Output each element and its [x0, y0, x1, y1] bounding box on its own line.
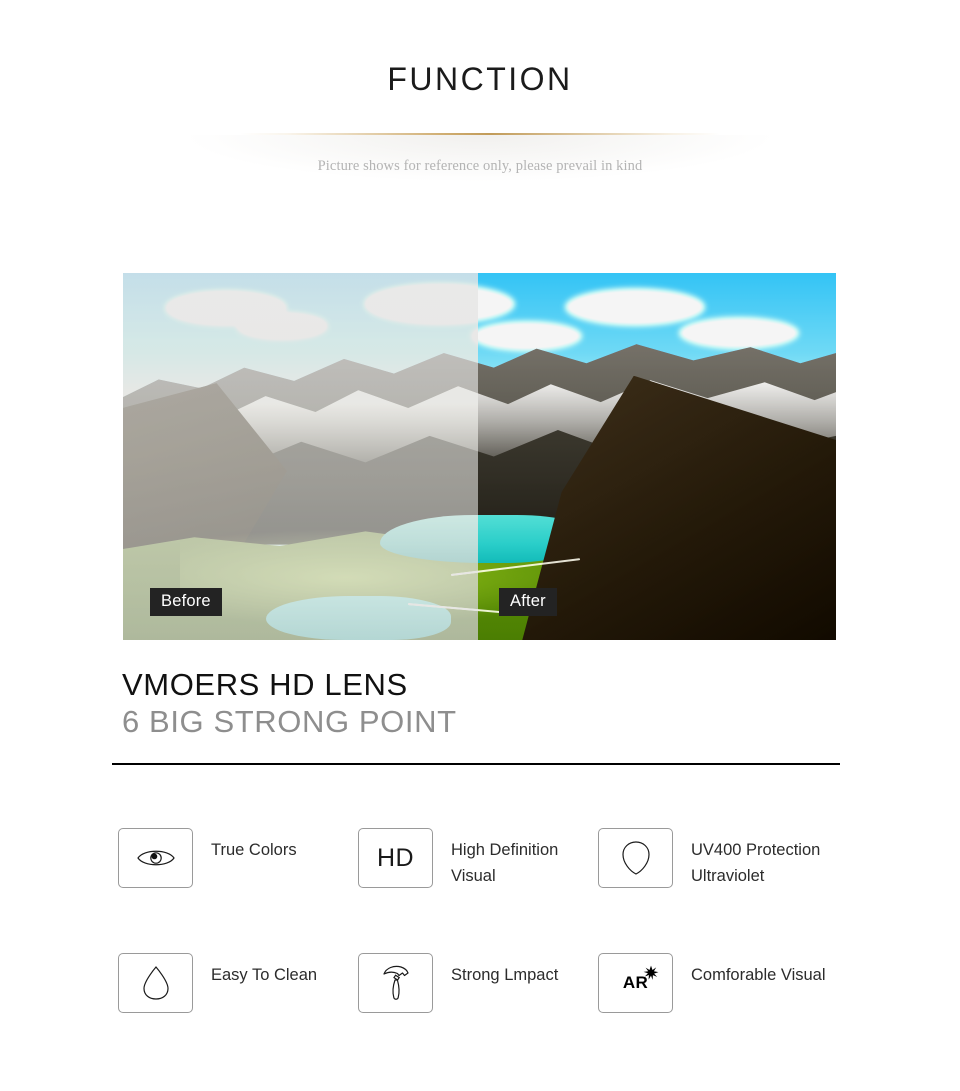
page-title: FUNCTION [387, 61, 573, 97]
after-half: After [478, 273, 836, 640]
feature-item-easy-to-clean: Easy To Clean [118, 951, 358, 1076]
feature-label: UV400 Protection Ultraviolet [691, 841, 821, 885]
landscape-scene-before [123, 273, 478, 640]
icon-box [598, 828, 673, 888]
feature-label: Easy To Clean [211, 966, 318, 984]
hammer-icon [380, 963, 412, 1003]
cloud [565, 287, 706, 326]
feature-label: High Definition Visual [451, 841, 559, 885]
cloud [478, 320, 583, 351]
feature-grid: True Colors HD High Definition Visual UV4… [118, 826, 878, 1076]
feature-label: Strong Lmpact [451, 966, 559, 984]
feature-item-true-colors: True Colors [118, 826, 358, 951]
feature-label: True Colors [211, 841, 297, 859]
shield-icon [621, 840, 651, 876]
droplet-icon [142, 965, 170, 1001]
after-label: After [499, 588, 557, 616]
landscape-scene-after [478, 273, 836, 640]
star-icon [643, 965, 659, 981]
section-rule [112, 763, 840, 765]
feature-item-high-definition: HD High Definition Visual [358, 826, 598, 951]
product-headline: VMOERS HD LENS [122, 667, 408, 702]
icon-box: AR [598, 953, 673, 1013]
eye-icon [136, 846, 176, 870]
feature-item-comfortable-visual: AR Comforable Visual [598, 951, 858, 1076]
ar-star-icon: AR [623, 965, 659, 992]
cloud [679, 317, 800, 350]
feature-item-strong-impact: Strong Lmpact [358, 951, 598, 1076]
product-subheadline: 6 BIG STRONG POINT [122, 704, 457, 739]
icon-box [358, 953, 433, 1013]
lower-lake [265, 595, 451, 640]
function-feature-page: FUNCTION Picture shows for reference onl… [0, 0, 960, 1091]
before-after-image: Before After [123, 273, 836, 640]
icon-box: HD [358, 828, 433, 888]
feature-label: Comforable Visual [691, 966, 826, 984]
before-label: Before [150, 588, 222, 616]
hd-icon: HD [376, 843, 415, 872]
before-half: Before [123, 273, 478, 640]
icon-box [118, 953, 193, 1013]
gold-divider [240, 133, 720, 135]
icon-box [118, 828, 193, 888]
page-subtitle: Picture shows for reference only, please… [317, 158, 643, 174]
feature-item-uv400: UV400 Protection Ultraviolet [598, 826, 858, 951]
